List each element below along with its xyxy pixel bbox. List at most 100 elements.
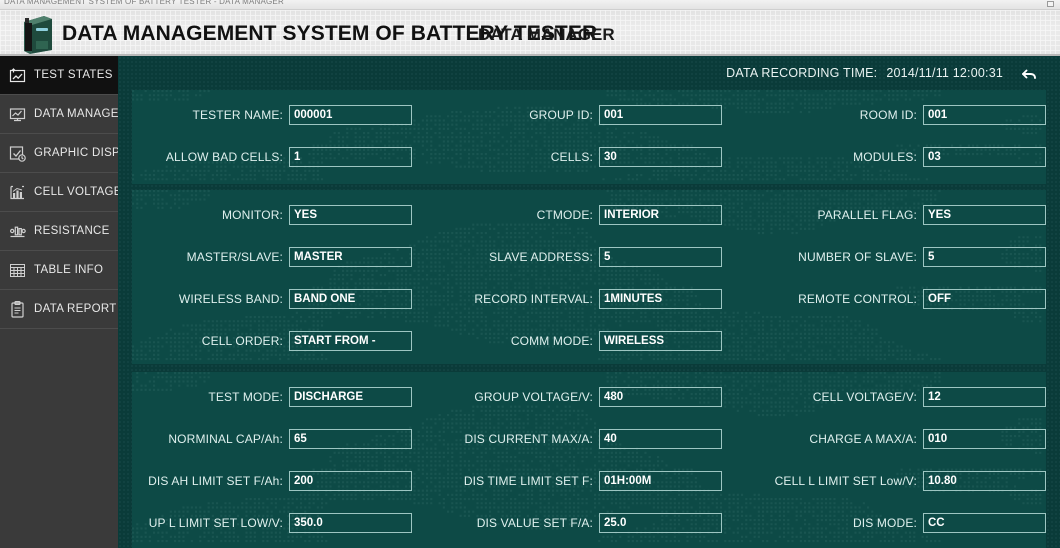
form-field: CTMODE: — [442, 204, 722, 225]
field-input[interactable] — [289, 146, 412, 167]
sidebar-item-resistance[interactable]: RESISTANCE — [0, 212, 118, 251]
field-input[interactable] — [599, 246, 722, 267]
form-field: REMOTE CONTROL: — [732, 288, 1046, 309]
form-row: CELL ORDER: COMM MODE: — [132, 330, 1046, 364]
sidebar-item-label: DATA MANAGER — [34, 108, 128, 120]
field-label: RECORD INTERVAL: — [474, 291, 593, 306]
field-label: PARALLEL FLAG: — [817, 207, 917, 222]
form-field: TEST MODE: — [132, 386, 412, 407]
form-field: DIS CURRENT MAX/A: — [442, 428, 722, 449]
panel-test-parameters: TEST MODE: GROUP VOLTAGE/V: CELL VOLTAGE/V… — [132, 372, 1046, 548]
form-field: CELL L LIMIT SET Low/V: — [732, 470, 1046, 491]
sidebar-item-graphic-display[interactable]: GRAPHIC DISPLAY — [0, 134, 142, 173]
form-field: DIS TIME LIMIT SET F: — [442, 470, 722, 491]
field-input[interactable] — [599, 386, 722, 407]
form-row: TEST MODE: GROUP VOLTAGE/V: CELL VOLTAGE/V… — [132, 386, 1046, 428]
field-input[interactable] — [923, 470, 1046, 491]
field-input[interactable] — [923, 204, 1046, 225]
field-input[interactable] — [923, 386, 1046, 407]
field-input[interactable] — [599, 146, 722, 167]
field-input[interactable] — [289, 428, 412, 449]
field-label: CELL L LIMIT SET Low/V: — [774, 473, 917, 488]
sidebar: TEST STATES DATA MANAGER GRAPHIC DISPLAY… — [0, 56, 142, 548]
form-field: DIS MODE: — [732, 512, 1046, 533]
field-input[interactable] — [599, 104, 722, 125]
sidebar-item-table-info[interactable]: TABLE INFO — [0, 251, 118, 290]
form-field: CELL VOLTAGE/V: — [732, 386, 1046, 407]
field-input[interactable] — [923, 146, 1046, 167]
field-label: ROOM ID: — [859, 107, 917, 122]
app-banner: DATA MANAGEMENT SYSTEM OF BATTERY TESTER… — [0, 10, 1060, 56]
field-label: MASTER/SLAVE: — [186, 249, 283, 264]
field-label: GROUP VOLTAGE/V: — [474, 389, 593, 404]
sidebar-item-cell-voltage[interactable]: CELL VOLTAGE — [0, 173, 121, 212]
field-input[interactable] — [289, 246, 412, 267]
field-input[interactable] — [599, 288, 722, 309]
field-input[interactable] — [289, 470, 412, 491]
window-restore-button[interactable] — [1047, 1, 1054, 7]
sidebar-item-data-report[interactable]: DATA REPORT — [0, 290, 118, 329]
form-row: MASTER/SLAVE: SLAVE ADDRESS: NUMBER OF SLA… — [132, 246, 1046, 288]
battery-tester-icon — [20, 14, 56, 54]
field-label: NORMINAL CAP/Ah: — [168, 431, 283, 446]
form-row: NORMINAL CAP/Ah: DIS CURRENT MAX/A: CHARGE… — [132, 428, 1046, 470]
form-field: CELLS: — [442, 146, 722, 167]
field-input[interactable] — [599, 204, 722, 225]
form-row: MONITOR: CTMODE: PARALLEL FLAG: — [132, 204, 1046, 246]
back-arrow-icon[interactable] — [1021, 65, 1038, 82]
field-input[interactable] — [923, 104, 1046, 125]
field-input[interactable] — [599, 470, 722, 491]
form-field: COMM MODE: — [442, 330, 722, 351]
field-label: DIS MODE: — [852, 515, 917, 530]
field-label: MONITOR: — [222, 207, 283, 222]
field-label: TESTER NAME: — [192, 107, 283, 122]
field-label: CELL ORDER: — [201, 333, 283, 348]
field-label: REMOTE CONTROL: — [798, 291, 917, 306]
form-field: GROUP ID: — [442, 104, 722, 125]
form-row: ALLOW BAD CELLS: CELLS: MODULES: — [132, 146, 1046, 184]
field-label: CELL VOLTAGE/V: — [812, 389, 917, 404]
app-window: DATA MANAGEMENT SYSTEM OF BATTERY TESTER… — [0, 0, 1060, 548]
field-label: UP L LIMIT SET LOW/V: — [148, 515, 283, 530]
field-input[interactable] — [289, 204, 412, 225]
field-label: WIRELESS BAND: — [178, 291, 283, 306]
data-recording-time-value: 2014/11/11 12:00:31 — [886, 66, 1003, 80]
field-input[interactable] — [599, 330, 722, 351]
data-recording-bar: DATA RECORDING TIME: 2014/11/11 12:00:31 — [118, 56, 1060, 90]
field-label: CELLS: — [550, 149, 593, 164]
form-field: WIRELESS BAND: — [132, 288, 412, 309]
field-label: MODULES: — [853, 149, 917, 164]
form-field: CHARGE A MAX/A: — [732, 428, 1046, 449]
field-input[interactable] — [923, 288, 1046, 309]
form-row: DIS AH LIMIT SET F/Ah: DIS TIME LIMIT SET… — [132, 470, 1046, 512]
field-input[interactable] — [599, 512, 722, 533]
table-info-icon — [8, 261, 27, 280]
sidebar-item-label: RESISTANCE — [34, 225, 110, 237]
field-input[interactable] — [923, 512, 1046, 533]
sidebar-item-test-states[interactable]: TEST STATES — [0, 56, 118, 95]
form-field: UP L LIMIT SET LOW/V: — [132, 512, 412, 533]
field-input[interactable] — [599, 428, 722, 449]
field-label: DIS VALUE SET F/A: — [476, 515, 593, 530]
field-input[interactable] — [923, 428, 1046, 449]
field-label: ALLOW BAD CELLS: — [165, 149, 283, 164]
field-input[interactable] — [289, 386, 412, 407]
field-label: NUMBER OF SLAVE: — [798, 249, 917, 264]
field-input[interactable] — [289, 104, 412, 125]
field-label: CHARGE A MAX/A: — [809, 431, 917, 446]
sidebar-item-label: DATA REPORT — [34, 303, 117, 315]
form-field: MASTER/SLAVE: — [132, 246, 412, 267]
graphic-display-icon — [8, 144, 27, 163]
field-label: CTMODE: — [536, 207, 593, 222]
field-label: DIS TIME LIMIT SET F: — [463, 473, 593, 488]
field-input[interactable] — [923, 246, 1046, 267]
field-label: COMM MODE: — [510, 333, 593, 348]
form-row: UP L LIMIT SET LOW/V: DIS VALUE SET F/A: D… — [132, 512, 1046, 548]
content-area: DATA RECORDING TIME: 2014/11/11 12:00:31… — [118, 56, 1060, 548]
field-input[interactable] — [289, 330, 412, 351]
field-input[interactable] — [289, 288, 412, 309]
sidebar-item-data-manager[interactable]: DATA MANAGER — [0, 95, 127, 134]
field-input[interactable] — [289, 512, 412, 533]
data-recording-time-label: DATA RECORDING TIME: — [726, 66, 878, 80]
resistance-icon — [8, 222, 27, 241]
